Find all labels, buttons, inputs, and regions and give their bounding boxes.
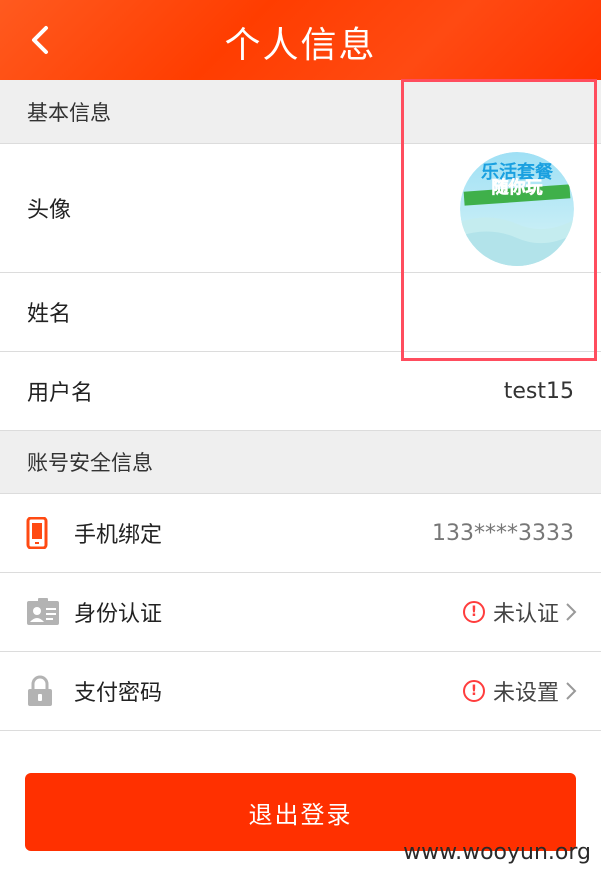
username-row: 用户名 test15	[0, 352, 601, 431]
watermark: www.wooyun.org	[403, 840, 591, 865]
payment-password-row[interactable]: 支付密码 ! 未设置	[0, 652, 601, 731]
app-header: 个人信息	[0, 0, 601, 80]
section-security-info-title: 账号安全信息	[27, 451, 153, 475]
payment-password-label: 支付密码	[74, 681, 163, 706]
lock-icon	[28, 675, 52, 706]
identity-verification-row[interactable]: 身份认证 ! 未认证	[0, 573, 601, 652]
phone-binding-row[interactable]: 手机绑定 133****3333	[0, 494, 601, 573]
name-label: 姓名	[27, 302, 72, 327]
phone-icon	[26, 517, 48, 549]
id-card-icon	[27, 598, 59, 625]
phone-binding-value: 133****3333	[432, 520, 574, 546]
username-value: test15	[503, 378, 574, 404]
page-title: 个人信息	[224, 25, 377, 66]
highlight-annotation-box	[401, 79, 597, 361]
identity-status-text: 未认证	[492, 602, 559, 627]
identity-verification-label: 身份认证	[74, 602, 163, 627]
section-basic-info-title: 基本信息	[27, 100, 111, 125]
avatar-label: 头像	[27, 198, 72, 223]
warning-icon: !	[462, 680, 485, 702]
chevron-right-icon	[566, 682, 577, 700]
chevron-right-icon	[566, 603, 577, 621]
warning-icon: !	[462, 601, 485, 623]
payment-password-status: ! 未设置	[462, 675, 577, 707]
username-label: 用户名	[27, 381, 94, 406]
payment-password-status-text: 未设置	[492, 681, 559, 706]
identity-status: ! 未认证	[462, 596, 577, 628]
section-security-info: 账号安全信息	[0, 431, 601, 494]
phone-binding-label: 手机绑定	[74, 523, 163, 548]
